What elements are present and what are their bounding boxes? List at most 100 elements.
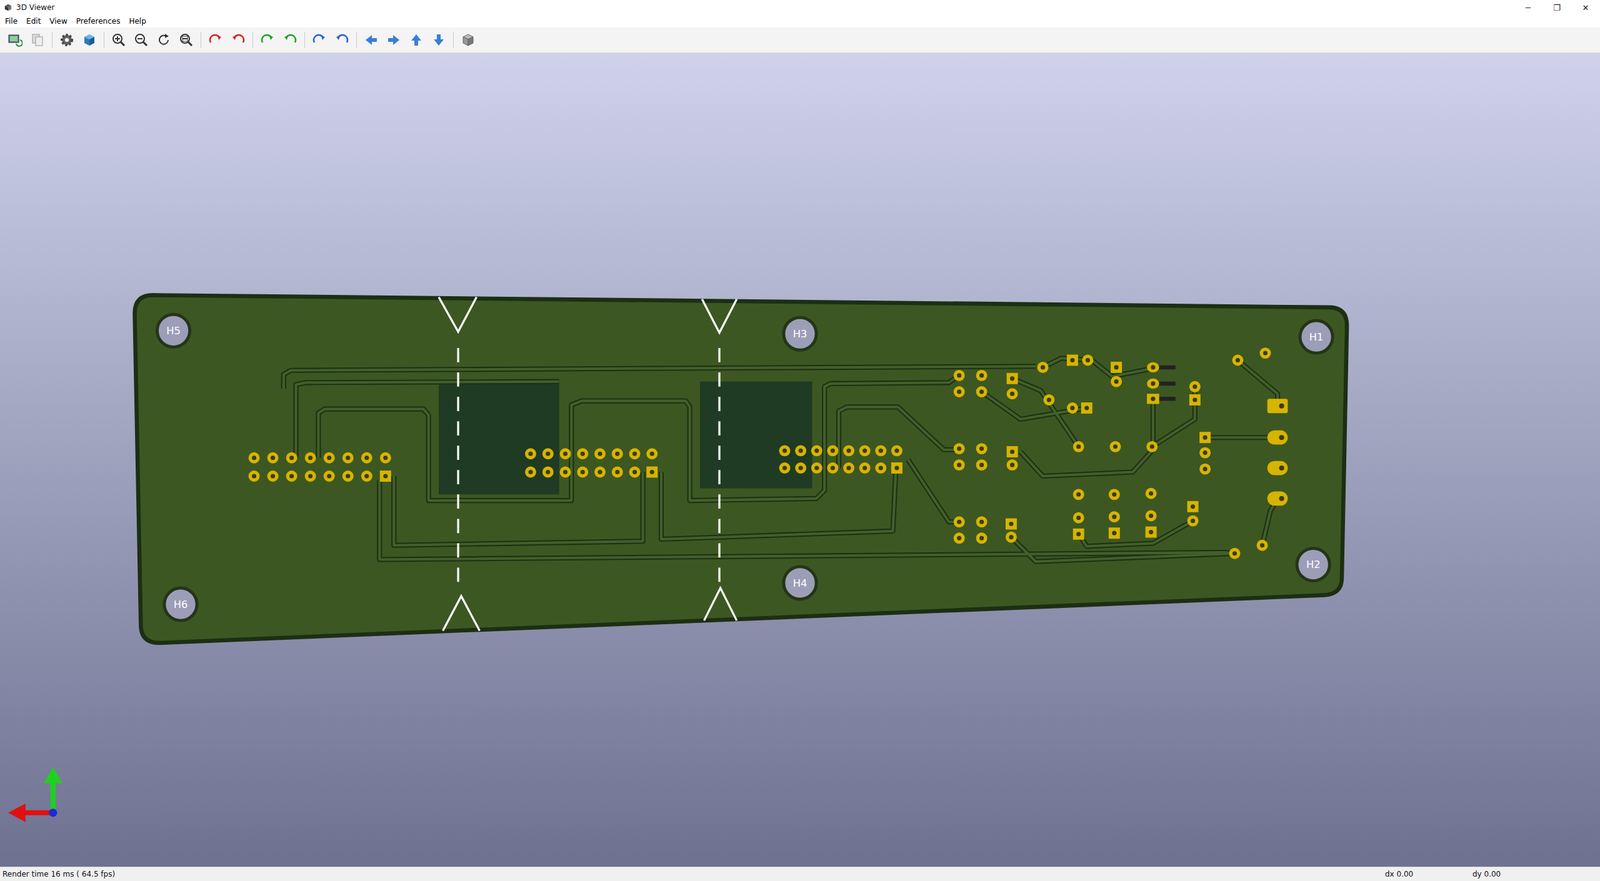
reload-icon	[7, 32, 23, 48]
toolbar-button[interactable]	[56, 30, 77, 50]
pad	[1066, 402, 1079, 414]
mounting-hole: H2	[1296, 548, 1330, 582]
mounting-hole: H6	[164, 588, 197, 621]
pad	[305, 452, 317, 464]
pad	[1146, 378, 1160, 389]
pad	[1260, 347, 1272, 359]
toolbar-button[interactable]	[309, 30, 330, 50]
hole-label: H2	[1306, 558, 1321, 571]
axis-indicator	[8, 767, 63, 823]
window-title: 3D Viewer	[16, 3, 1510, 12]
trace	[1012, 378, 1079, 447]
pad	[1187, 501, 1199, 513]
toolbar-button[interactable]	[5, 30, 25, 50]
pad	[1066, 355, 1079, 367]
pad	[1073, 512, 1085, 524]
pad	[629, 448, 641, 460]
pad	[795, 445, 807, 457]
toolbar-button[interactable]	[153, 30, 174, 50]
toolbar-button[interactable]	[205, 30, 226, 50]
toolbar-separator	[200, 31, 202, 49]
toolbar-button[interactable]	[176, 30, 197, 50]
toolbar-button[interactable]	[27, 30, 48, 50]
pad	[611, 466, 624, 479]
toolbar-button[interactable]	[428, 30, 449, 50]
pad	[875, 462, 887, 474]
pad	[1005, 518, 1017, 530]
toolbar-button[interactable]	[406, 30, 427, 50]
background	[0, 53, 1600, 867]
trace-outline	[838, 406, 960, 469]
pad	[1145, 510, 1157, 522]
rotx1-icon	[208, 32, 224, 48]
toolbar-separator	[252, 31, 254, 49]
pad	[267, 452, 279, 464]
toolbar-separator	[304, 31, 305, 49]
hole-label: H5	[166, 325, 181, 337]
pad	[779, 462, 791, 474]
rotx2-icon	[230, 32, 246, 48]
roty2-icon	[282, 32, 298, 48]
pad	[1073, 488, 1085, 500]
trace	[1011, 537, 1235, 562]
menu-item[interactable]: File	[5, 16, 18, 26]
menu-item[interactable]: Preferences	[76, 16, 121, 26]
pad	[560, 448, 572, 460]
pad	[342, 470, 354, 482]
toolbar-button[interactable]	[280, 30, 300, 50]
toolbar-button[interactable]	[331, 30, 352, 50]
trace-outline	[1205, 435, 1278, 440]
pad	[629, 466, 641, 479]
trace-outline	[981, 391, 1087, 420]
toolbar-button[interactable]	[108, 30, 129, 50]
toolbar-button[interactable]	[131, 30, 152, 50]
window-control-button[interactable]: ─	[1513, 1, 1543, 14]
pad	[361, 452, 373, 464]
pad	[953, 516, 965, 528]
pad	[891, 445, 903, 457]
pad	[826, 445, 839, 457]
window-control-button[interactable]: ❐	[1542, 1, 1572, 14]
toolbar-button[interactable]	[228, 30, 249, 50]
pad	[646, 466, 658, 479]
pad	[1267, 430, 1289, 445]
toolbar-separator	[103, 31, 105, 49]
menu-item[interactable]: Help	[128, 16, 146, 26]
pad	[1231, 355, 1244, 367]
pad	[859, 445, 871, 457]
trace	[981, 391, 1087, 420]
pad	[1005, 531, 1017, 544]
toolbar-button[interactable]	[257, 30, 278, 50]
pad	[646, 448, 658, 460]
window-control-button[interactable]: ✕	[1571, 1, 1600, 14]
menu-item[interactable]: View	[49, 16, 67, 26]
3d-canvas[interactable]: H5 H6 H3 H4 H1 H2	[0, 53, 1600, 867]
mounting-hole: H3	[783, 317, 817, 350]
pad	[611, 448, 624, 460]
trace	[838, 406, 960, 469]
toolbar-button[interactable]	[361, 30, 382, 50]
toolbar-button[interactable]	[458, 30, 479, 50]
ortho-icon	[460, 32, 476, 48]
rotz1-icon	[311, 32, 327, 48]
cube-icon	[81, 32, 97, 48]
right-icon	[386, 32, 402, 48]
pad	[976, 370, 988, 382]
pad	[1145, 526, 1157, 539]
hole-label: H4	[793, 577, 808, 590]
toolbar-button[interactable]	[79, 30, 100, 50]
pad	[1145, 488, 1157, 500]
menu-item[interactable]: Edit	[26, 16, 41, 26]
status-bar: Render time 16 ms ( 64.5 fps)dx 0.00dy 0…	[0, 866, 1600, 881]
toolbar-separator	[453, 31, 454, 49]
pad	[1229, 548, 1241, 560]
pad	[342, 452, 354, 464]
dy-readout: dy 0.00	[1472, 870, 1598, 879]
trace	[393, 472, 643, 546]
toolbar-button[interactable]	[383, 30, 404, 50]
pad	[953, 386, 965, 398]
mounting-hole: H1	[1300, 320, 1333, 354]
pad	[323, 452, 335, 464]
pad	[859, 462, 871, 474]
pad	[953, 459, 965, 471]
